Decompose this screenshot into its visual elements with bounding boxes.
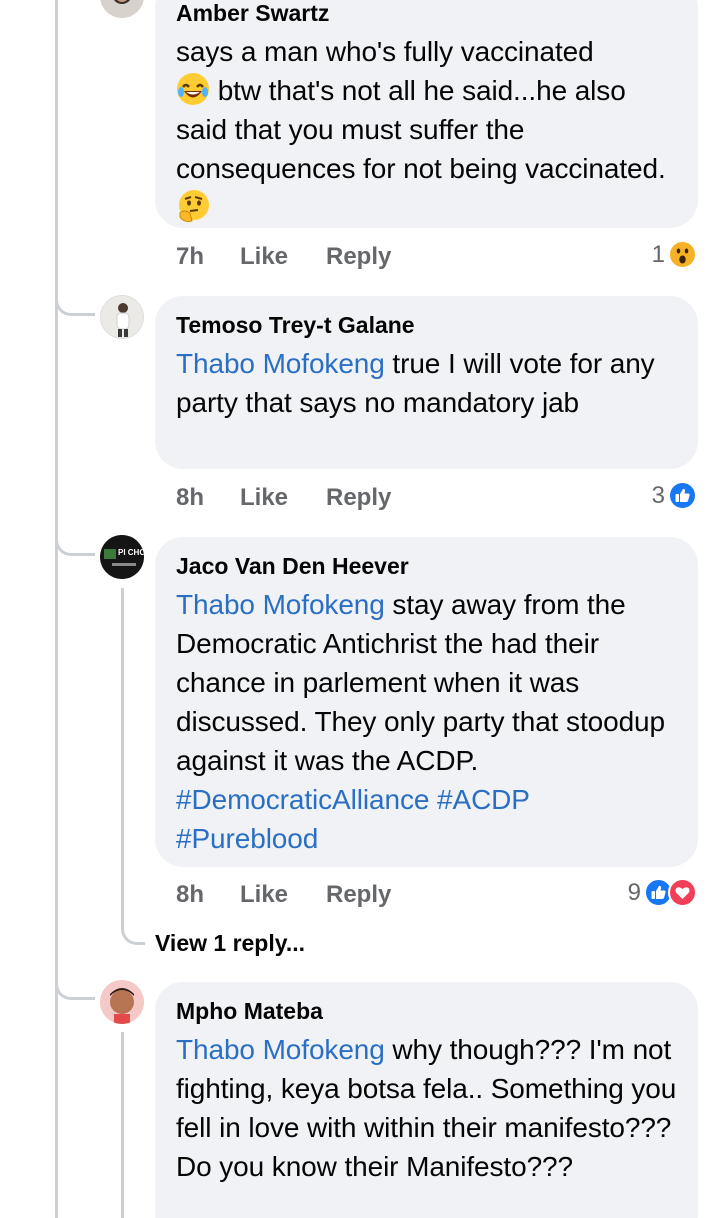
comment-bubble: Jaco Van Den Heever Thabo Mofokeng stay … xyxy=(155,537,698,867)
comment-text: says a man who's fully vaccinated btw th… xyxy=(176,32,678,227)
comment-bubble: Temoso Trey-t Galane Thabo Mofokeng true… xyxy=(155,296,698,469)
reply-button[interactable]: Reply xyxy=(326,881,391,909)
avatar-text: PI CHOI xyxy=(118,548,144,557)
avatar[interactable] xyxy=(100,0,144,18)
laughing-tears-emoji-icon xyxy=(176,72,210,106)
mention-link[interactable]: Thabo Mofokeng xyxy=(176,348,385,379)
comment-actions: 7h Like Reply xyxy=(176,243,391,271)
comment-author[interactable]: Mpho Mateba xyxy=(176,996,678,1026)
like-button[interactable]: Like xyxy=(240,881,326,909)
comment-text: Thabo Mofokeng true I will vote for any … xyxy=(176,344,678,422)
reply-button[interactable]: Reply xyxy=(326,484,391,512)
like-button[interactable]: Like xyxy=(240,243,326,271)
reply-thread-line-4 xyxy=(121,1032,124,1218)
wow-icon xyxy=(668,240,697,269)
hashtag-link[interactable]: #DemocraticAlliance xyxy=(176,784,429,815)
mention-link[interactable]: Thabo Mofokeng xyxy=(176,589,385,620)
reaction-count: 3 xyxy=(651,481,665,509)
thread-branch-2 xyxy=(55,292,95,316)
mention-link[interactable]: Thabo Mofokeng xyxy=(176,1034,385,1065)
avatar[interactable] xyxy=(100,980,144,1024)
comment-author[interactable]: Amber Swartz xyxy=(176,0,678,28)
comment-time[interactable]: 7h xyxy=(176,243,240,271)
comment-text: Thabo Mofokeng why though??? I'm not fig… xyxy=(176,1030,678,1186)
comment-actions: 8h Like Reply xyxy=(176,484,391,512)
like-icon xyxy=(668,481,697,510)
thread-line-main xyxy=(55,0,58,1218)
reaction-summary[interactable]: 9 xyxy=(628,878,697,907)
thread-branch-4 xyxy=(55,976,95,1000)
comment-time[interactable]: 8h xyxy=(176,484,240,512)
avatar[interactable]: PI CHOI xyxy=(100,535,144,579)
comment-actions: 8h Like Reply xyxy=(176,881,391,909)
reply-thread-line-3 xyxy=(121,588,145,945)
love-icon xyxy=(668,878,697,907)
reply-button[interactable]: Reply xyxy=(326,243,391,271)
comment-text: Thabo Mofokeng stay away from the Democr… xyxy=(176,585,678,858)
avatar[interactable] xyxy=(100,295,144,339)
view-replies-link[interactable]: View 1 reply... xyxy=(155,930,305,957)
hashtag-link[interactable]: #Pureblood xyxy=(176,823,318,854)
reaction-summary[interactable]: 1 xyxy=(652,240,697,269)
like-button[interactable]: Like xyxy=(240,484,326,512)
comment-time[interactable]: 8h xyxy=(176,881,240,909)
comment-text-part: btw that's not all he said...he also sai… xyxy=(176,75,666,184)
reaction-count: 9 xyxy=(627,878,641,906)
thinking-face-emoji-icon xyxy=(176,189,210,223)
hashtag-link[interactable]: #ACDP xyxy=(437,784,530,815)
comment-author[interactable]: Temoso Trey-t Galane xyxy=(176,310,678,340)
reaction-count: 1 xyxy=(651,240,665,268)
comment-text-part: says a man who's fully vaccinated xyxy=(176,36,594,67)
comment-author[interactable]: Jaco Van Den Heever xyxy=(176,551,678,581)
comment-bubble: Mpho Mateba Thabo Mofokeng why though???… xyxy=(155,982,698,1218)
reaction-summary[interactable]: 3 xyxy=(652,481,697,510)
thread-branch-3 xyxy=(55,532,95,556)
comment-bubble: Amber Swartz says a man who's fully vacc… xyxy=(155,0,698,228)
